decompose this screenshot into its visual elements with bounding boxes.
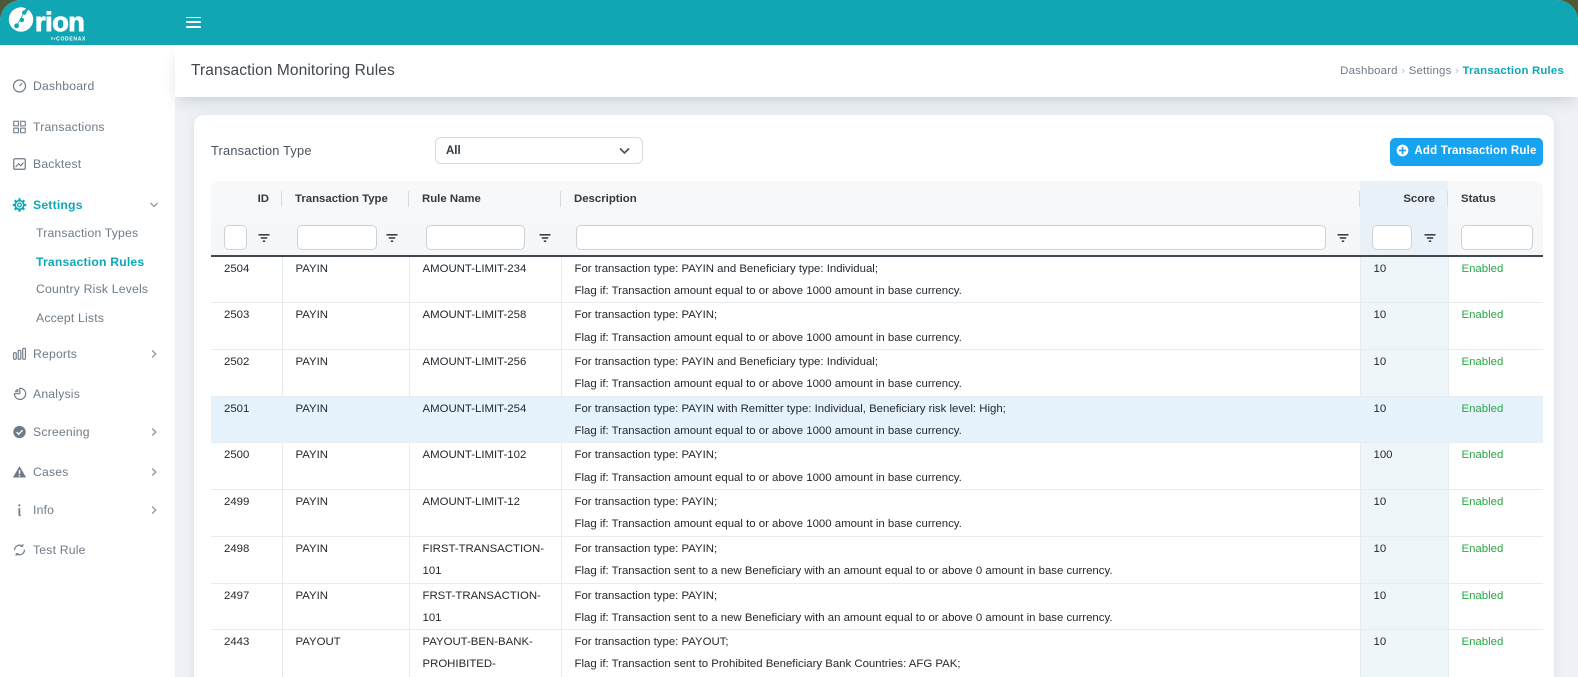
svg-text:ᵇʸCODENAX: ᵇʸCODENAX xyxy=(51,37,86,43)
svg-text:rion: rion xyxy=(35,7,84,37)
